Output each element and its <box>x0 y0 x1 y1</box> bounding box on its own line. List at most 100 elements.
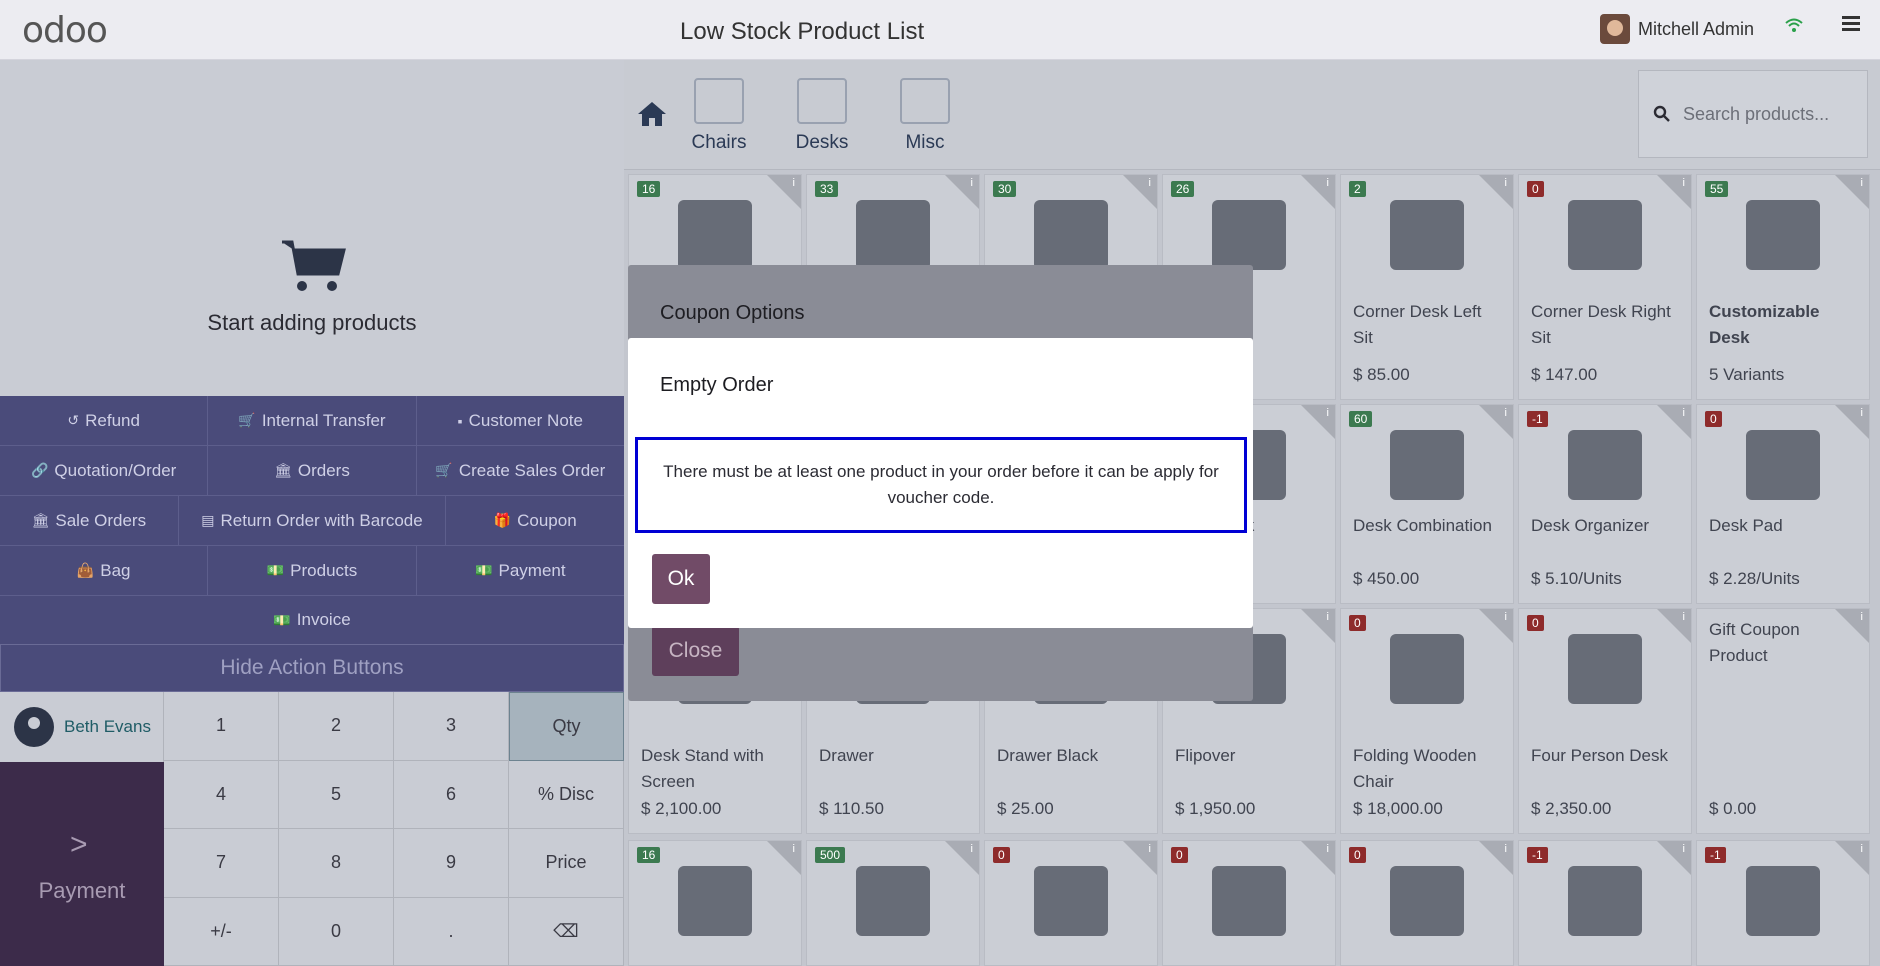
barcode-icon: ▤ <box>201 512 215 528</box>
product-name: Desk Organizer <box>1531 516 1650 535</box>
product-card[interactable]: i 55 Customizable Desk 5 Variants <box>1696 174 1870 400</box>
product-card[interactable]: i 0 Folding Wooden Chair $ 18,000.00 <box>1340 608 1514 834</box>
customer-button[interactable]: Beth Evans <box>0 692 164 762</box>
bag-button[interactable]: 👜 Bag <box>0 546 209 595</box>
numpad-mode-price[interactable]: Price <box>509 829 624 898</box>
refund-button[interactable]: ↺ Refund <box>0 396 209 445</box>
stock-badge: 0 <box>1171 847 1188 863</box>
product-card[interactable]: i 2 Corner Desk Left Sit $ 85.00 <box>1340 174 1514 400</box>
info-corner <box>1835 841 1869 875</box>
info-icon[interactable]: i <box>1683 177 1685 189</box>
ok-button[interactable]: Ok <box>652 554 710 604</box>
products-button[interactable]: 💵 Products <box>208 546 417 595</box>
action-buttons: ↺ Refund 🛒 Internal Transfer ▪ Customer Not… <box>0 396 624 644</box>
product-card[interactable]: i 60 Desk Combination $ 450.00 <box>1340 404 1514 604</box>
product-card[interactable]: i0 <box>1340 840 1514 966</box>
product-card[interactable]: i -1 <box>1518 840 1692 966</box>
numpad-key-4[interactable]: 4 <box>164 760 279 829</box>
sale-orders-button[interactable]: 🏛 Sale Orders <box>0 496 179 545</box>
info-icon[interactable]: i <box>1505 843 1507 855</box>
info-icon[interactable]: i <box>1861 177 1863 189</box>
info-icon[interactable]: i <box>1327 611 1329 623</box>
info-icon[interactable]: i <box>1149 177 1151 189</box>
search-box[interactable]: Search products... <box>1638 70 1868 158</box>
numpad-mode-disc[interactable]: % Disc <box>509 760 624 829</box>
product-card[interactable]: i0 <box>984 840 1158 966</box>
orders-button[interactable]: 🏛 Orders <box>208 446 417 495</box>
numpad-key-5[interactable]: 5 <box>279 760 394 829</box>
stock-badge: 0 <box>1349 615 1366 631</box>
internal-transfer-button[interactable]: 🛒 Internal Transfer <box>208 396 417 445</box>
numpad-key-0[interactable]: 0 <box>279 897 394 966</box>
numpad-key-sign[interactable]: +/- <box>164 897 279 966</box>
product-image <box>1355 185 1499 285</box>
info-icon[interactable]: i <box>1327 177 1329 189</box>
invoice-button[interactable]: 💵 Invoice <box>0 596 624 644</box>
info-icon[interactable]: i <box>1861 843 1863 855</box>
start-adding-text: Start adding products <box>207 310 417 335</box>
product-image <box>1533 185 1677 285</box>
numpad-key-1[interactable]: 1 <box>164 692 279 761</box>
product-card[interactable]: i -1 Desk Organizer $ 5.10/Units <box>1518 404 1692 604</box>
category-misc[interactable]: Misc <box>880 78 970 154</box>
info-icon[interactable]: i <box>1683 843 1685 855</box>
product-card[interactable]: i0 <box>1162 840 1336 966</box>
return-order-barcode-button[interactable]: ▤ Return Order with Barcode <box>179 496 447 545</box>
product-card[interactable]: i -1 <box>1696 840 1870 966</box>
info-icon[interactable]: i <box>1505 407 1507 419</box>
info-icon[interactable]: i <box>1149 843 1151 855</box>
info-corner <box>1479 405 1513 439</box>
category-desks[interactable]: Desks <box>777 78 867 154</box>
odoo-logo: odoo <box>22 10 108 51</box>
info-icon[interactable]: i <box>1327 407 1329 419</box>
info-icon[interactable]: i <box>1861 407 1863 419</box>
info-icon[interactable]: i <box>1861 611 1863 623</box>
numpad-key-9[interactable]: 9 <box>394 829 509 898</box>
product-card[interactable]: i 0 Four Person Desk $ 2,350.00 <box>1518 608 1692 834</box>
home-icon[interactable] <box>636 100 668 136</box>
info-corner <box>1123 175 1157 209</box>
info-icon[interactable]: i <box>793 177 795 189</box>
numpad-key-2[interactable]: 2 <box>279 692 394 761</box>
stock-badge: -1 <box>1527 847 1548 863</box>
numpad-key-7[interactable]: 7 <box>164 829 279 898</box>
product-name: Flipover <box>1175 746 1236 765</box>
payment-action-button[interactable]: 💵 Payment <box>417 546 624 595</box>
product-image <box>1533 619 1677 719</box>
numpad-mode-qty[interactable]: Qty <box>509 692 624 761</box>
hamburger-icon[interactable] <box>1842 16 1860 32</box>
close-button[interactable]: Close <box>652 626 739 676</box>
info-icon[interactable]: i <box>971 843 973 855</box>
stock-badge: 60 <box>1349 411 1373 427</box>
numpad-key-8[interactable]: 8 <box>279 829 394 898</box>
numpad-key-6[interactable]: 6 <box>394 760 509 829</box>
action-row: 👜 Bag 💵 Products 💵 Payment <box>0 546 624 596</box>
product-card[interactable]: i 0 Desk Pad $ 2.28/Units <box>1696 404 1870 604</box>
product-card[interactable]: i 16 <box>628 840 802 966</box>
numpad-key-3[interactable]: 3 <box>394 692 509 761</box>
quotation-order-button[interactable]: 🔗 Quotation/Order <box>0 446 209 495</box>
product-price: $ 2,100.00 <box>641 799 722 818</box>
info-icon[interactable]: i <box>1683 407 1685 419</box>
info-icon[interactable]: i <box>1327 843 1329 855</box>
info-icon[interactable]: i <box>1505 611 1507 623</box>
create-sales-order-button[interactable]: 🛒 Create Sales Order <box>417 446 624 495</box>
product-card[interactable]: i Gift Coupon Product $ 0.00 <box>1696 608 1870 834</box>
info-icon[interactable]: i <box>971 177 973 189</box>
hide-action-buttons[interactable]: Hide Action Buttons <box>0 644 624 692</box>
numpad-key-dot[interactable]: . <box>394 897 509 966</box>
category-chairs[interactable]: Chairs <box>674 78 764 154</box>
product-card[interactable]: i 500 <box>806 840 980 966</box>
stock-badge: 16 <box>637 847 661 863</box>
backspace-icon[interactable]: ⌫ <box>509 897 624 966</box>
payment-button[interactable]: > Payment <box>0 762 164 966</box>
info-icon[interactable]: i <box>793 843 795 855</box>
customer-note-button[interactable]: ▪ Customer Note <box>417 396 624 445</box>
user-menu[interactable]: Mitchell Admin <box>1600 14 1754 44</box>
coupon-button[interactable]: 🎁 Coupon <box>446 496 624 545</box>
info-icon[interactable]: i <box>1505 177 1507 189</box>
info-corner <box>1657 841 1691 875</box>
info-icon[interactable]: i <box>1683 611 1685 623</box>
product-card[interactable]: i 0 Corner Desk Right Sit $ 147.00 <box>1518 174 1692 400</box>
info-corner <box>767 841 801 875</box>
